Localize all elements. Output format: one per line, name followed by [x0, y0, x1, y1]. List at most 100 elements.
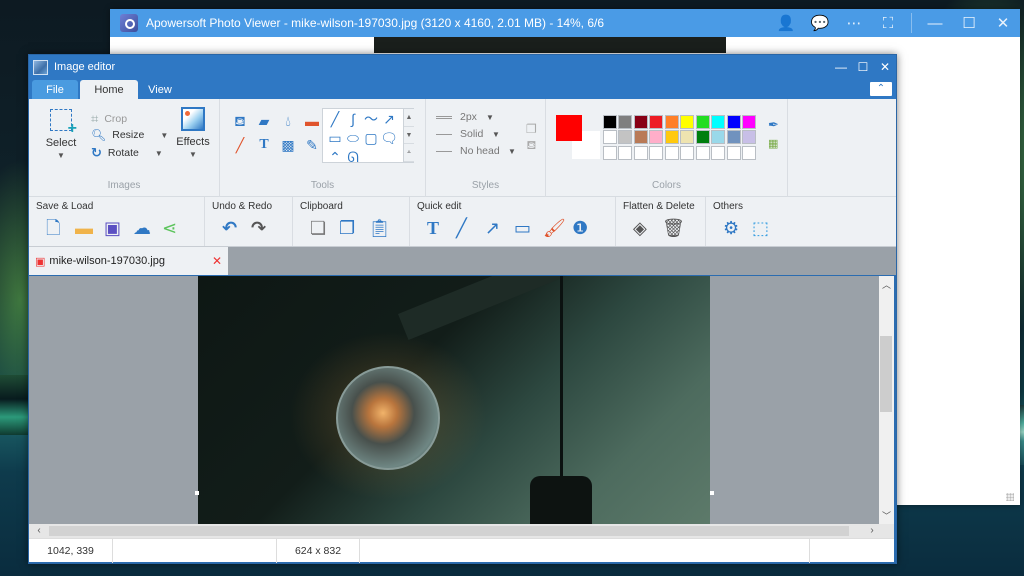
color-swatch[interactable]	[633, 145, 648, 160]
resize-grip[interactable]	[1006, 493, 1014, 501]
color-swatch[interactable]	[664, 130, 679, 145]
color-swatch[interactable]	[602, 145, 617, 160]
thickness-dropdown[interactable]: 2px ▼	[436, 111, 494, 123]
viewer-maximize-button[interactable]: ☐	[952, 14, 986, 32]
collapse-ribbon-button[interactable]: ⌃	[870, 82, 892, 96]
color-swatch[interactable]	[711, 130, 726, 145]
share-icon[interactable]: ⋖	[162, 218, 191, 238]
eraser-icon[interactable]: ▰	[252, 113, 276, 129]
color-swatch[interactable]	[742, 130, 757, 145]
shadow-icon[interactable]: ❐	[526, 121, 537, 137]
color-swatch[interactable]	[726, 145, 741, 160]
step-number-icon[interactable]: ❶	[572, 218, 601, 238]
scroll-up-icon[interactable]: ▲	[404, 109, 414, 127]
viewer-close-button[interactable]: ✕	[986, 14, 1020, 32]
fill-bucket-icon[interactable]: ⛾	[228, 113, 252, 129]
cut-icon[interactable]: ❏	[310, 218, 339, 238]
flatten-layers-icon[interactable]: ◈	[633, 218, 662, 238]
delete-icon[interactable]: 🗑︎	[662, 218, 691, 238]
fullscreen-icon[interactable]: ⛶	[871, 15, 905, 32]
line-icon[interactable]: ╱	[456, 218, 485, 238]
scroll-up-icon[interactable]: ︿	[879, 278, 894, 291]
resize-handle-left[interactable]	[195, 491, 199, 495]
mosaic-icon[interactable]: ▩	[276, 137, 300, 153]
color-swatch[interactable]	[633, 114, 648, 129]
edited-photo[interactable]	[198, 276, 724, 524]
editor-minimize-button[interactable]: —	[830, 60, 852, 74]
color-swatch[interactable]	[602, 130, 617, 145]
color-swatch[interactable]	[680, 114, 695, 129]
color-swatch[interactable]	[695, 114, 710, 129]
paste-icon[interactable]: 📋︎	[368, 218, 397, 238]
color-swatch[interactable]	[695, 145, 710, 160]
arrow-icon[interactable]: ↗	[485, 218, 514, 238]
marker-pen-icon[interactable]: ✎	[300, 137, 324, 153]
watermark-icon[interactable]: ⬚	[752, 218, 781, 238]
canvas-area[interactable]	[29, 276, 879, 524]
editor-maximize-button[interactable]: ☐	[852, 60, 874, 74]
copy-icon[interactable]: ❐	[339, 218, 368, 238]
color-swatch[interactable]	[742, 114, 757, 129]
polyline-shape-icon[interactable]: 〜	[362, 111, 380, 128]
color-swatch[interactable]	[711, 145, 726, 160]
redo-icon[interactable]: ↷	[251, 218, 280, 238]
effects-button[interactable]: Effects ▼	[173, 107, 213, 159]
text-icon[interactable]: T	[427, 218, 456, 238]
highlighter-icon[interactable]: ▬	[300, 113, 324, 129]
color-swatch[interactable]	[664, 114, 679, 129]
tab-file[interactable]: File	[32, 80, 78, 99]
upload-cloud-icon[interactable]: ☁	[133, 218, 162, 238]
scroll-down-icon[interactable]: ▼	[404, 127, 414, 145]
line-shape-icon[interactable]: ╱	[326, 111, 344, 128]
custom-color-icon[interactable]: ▦	[768, 137, 779, 150]
tab-view[interactable]: View	[140, 80, 180, 99]
vertical-scroll-thumb[interactable]	[880, 336, 892, 412]
rounded-rectangle-shape-icon[interactable]: ▢	[362, 130, 380, 147]
vertical-scrollbar[interactable]: ︿ ﹀	[879, 276, 894, 524]
arrow-head-dropdown[interactable]: No head ▼	[436, 145, 516, 157]
chevron-down-icon[interactable]: ▼	[160, 131, 168, 140]
settings-icon[interactable]: ⚙	[723, 218, 752, 238]
horizontal-scroll-thumb[interactable]	[49, 526, 849, 536]
blur-drop-icon[interactable]: 💧︎	[276, 113, 300, 129]
color-swatch[interactable]	[633, 130, 648, 145]
save-icon[interactable]: ▣	[104, 218, 133, 238]
close-tab-icon[interactable]: ✕	[212, 254, 222, 268]
color-swatch[interactable]	[664, 145, 679, 160]
viewer-minimize-button[interactable]: —	[918, 15, 952, 32]
feedback-icon[interactable]: 💬	[803, 14, 837, 32]
callout-shape-icon[interactable]: ᘏ	[344, 149, 362, 162]
color-swatch[interactable]	[680, 130, 695, 145]
color-swatch[interactable]	[726, 114, 741, 129]
rectangle-icon[interactable]: ▭	[514, 218, 543, 238]
fill-icon[interactable]: ⛾	[526, 137, 537, 153]
arrow-shape-icon[interactable]: ↗	[380, 111, 398, 128]
editor-close-button[interactable]: ✕	[874, 60, 896, 74]
brush-icon[interactable]: 🖌︎	[543, 218, 572, 238]
account-icon[interactable]: 👤	[769, 14, 803, 32]
scroll-left-icon[interactable]: ‹	[31, 524, 47, 538]
color-swatch[interactable]	[649, 114, 664, 129]
color-swatch[interactable]	[711, 114, 726, 129]
color-swatch[interactable]	[649, 130, 664, 145]
undo-icon[interactable]: ↶	[222, 218, 251, 238]
resize-handle-right[interactable]	[710, 491, 714, 495]
color-swatch[interactable]	[618, 145, 633, 160]
brush-icon[interactable]: ╱	[228, 137, 252, 153]
shapes-scrollbar[interactable]: ▲ ▼ ⩡	[403, 109, 414, 163]
rectangle-shape-icon[interactable]: ▭	[326, 130, 344, 147]
color-swatch[interactable]	[649, 145, 664, 160]
rotate-button[interactable]: ↻ Rotate ▼	[91, 145, 163, 161]
expand-gallery-icon[interactable]: ⩡	[404, 144, 414, 163]
color-swatch[interactable]	[742, 145, 757, 160]
tab-home[interactable]: Home	[80, 80, 138, 99]
color-swatch[interactable]	[602, 114, 617, 129]
resize-button[interactable]: 🔍︎ Resize ▼	[91, 128, 168, 142]
curve-shape-icon[interactable]: ∫	[344, 111, 362, 128]
color-swatch[interactable]	[726, 130, 741, 145]
scroll-right-icon[interactable]: ›	[864, 524, 880, 538]
crop-button[interactable]: ⌗ Crop	[91, 111, 127, 127]
text-icon[interactable]: T	[252, 137, 276, 153]
horizontal-scrollbar[interactable]: ‹ ›	[29, 524, 894, 538]
more-icon[interactable]: ⋯	[837, 14, 871, 32]
